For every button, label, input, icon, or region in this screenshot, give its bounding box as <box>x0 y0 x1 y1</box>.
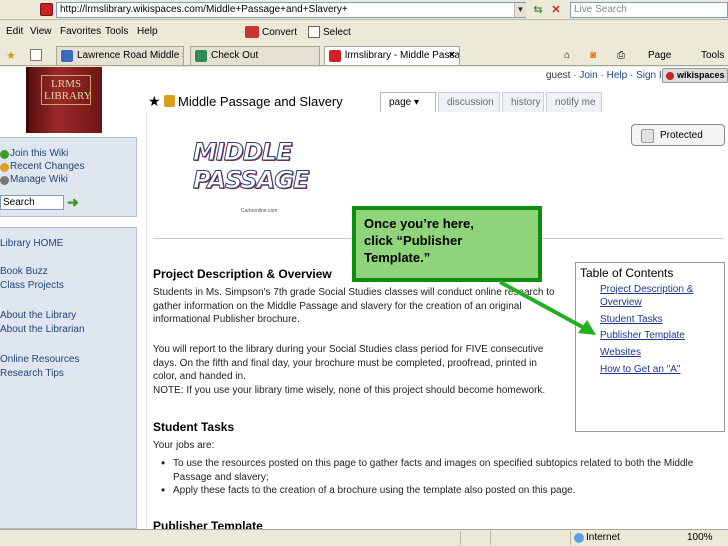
print-icon[interactable]: ⎙ <box>617 50 625 61</box>
tab-check-out[interactable]: Check Out <box>190 46 320 65</box>
main-content: MIDDLE PASSAGE Cartoonline.com Protected… <box>146 112 728 529</box>
page-menu-button[interactable]: Page <box>648 50 671 61</box>
nav-about-librarian[interactable]: About the Librarian <box>0 324 85 335</box>
project-note: NOTE: If you use your library time wisel… <box>153 385 546 396</box>
project-paragraph-1: Students in Ms. Simpson's 7th grade Soci… <box>153 287 555 325</box>
tab-label: Check Out <box>211 50 259 61</box>
search-go-icon[interactable]: ➜ <box>67 194 79 211</box>
nav-library-home[interactable]: Library HOME <box>0 238 63 249</box>
tab-label: Lawrence Road Middle School <box>77 50 183 61</box>
library-logo-text: LRMS LIBRARY <box>41 75 92 105</box>
go-icon[interactable]: ⇆ <box>530 2 546 18</box>
wikispaces-logo[interactable]: wikispaces <box>662 68 728 83</box>
address-bar: http://lrmslibrary.wikispaces.com/Middle… <box>0 0 728 20</box>
sidebar-search-input[interactable]: Search <box>0 195 64 210</box>
pdf-convert-icon[interactable] <box>245 26 259 38</box>
guest-label: guest <box>546 70 571 81</box>
convert-button[interactable]: Convert <box>262 27 297 38</box>
menu-edit[interactable]: Edit <box>6 26 23 37</box>
protected-badge[interactable]: Protected <box>631 124 725 146</box>
nav-book-buzz[interactable]: Book Buzz <box>0 266 48 277</box>
tab-page[interactable]: page ▾ <box>380 92 436 113</box>
menu-bar: Edit View Favorites Tools Help Convert S… <box>0 22 728 42</box>
toc-link-overview[interactable]: Overview <box>600 297 642 309</box>
student-tasks-list: To use the resources posted on this page… <box>161 457 721 498</box>
tab-history[interactable]: history <box>502 92 544 113</box>
logo-credit: Cartoonline.com <box>241 208 278 214</box>
tab-lrmslibrary[interactable]: lrmslibrary - Middle Passa... × <box>324 46 460 65</box>
logo-line-1: MIDDLE <box>193 138 293 167</box>
help-link[interactable]: Help <box>607 70 628 81</box>
url-input[interactable]: http://lrmslibrary.wikispaces.com/Middle… <box>56 2 526 18</box>
status-separator <box>460 531 461 545</box>
toc-link-project-description[interactable]: Project Description & <box>600 284 693 296</box>
tab-label: lrmslibrary - Middle Passa... <box>345 50 460 61</box>
home-icon[interactable]: ⌂ <box>564 50 570 61</box>
quick-tabs-icon[interactable] <box>30 49 42 61</box>
middle-passage-logo: MIDDLE PASSAGE Cartoonline.com <box>193 138 310 215</box>
join-icon <box>0 150 9 159</box>
status-separator <box>490 531 491 545</box>
manage-icon <box>0 176 9 185</box>
select-button[interactable]: Select <box>323 27 351 38</box>
status-separator <box>570 531 571 545</box>
tab-lawrence-road[interactable]: Lawrence Road Middle School <box>56 46 184 65</box>
tools-menu-button[interactable]: Tools <box>701 50 724 61</box>
favorite-star-icon[interactable]: ★ <box>148 93 161 110</box>
tab-favicon-icon <box>195 50 207 62</box>
tab-favicon-icon <box>61 50 73 62</box>
toc-link-how-to-get-a[interactable]: How to Get an "A" <box>600 364 680 376</box>
nav-online-resources[interactable]: Online Resources <box>0 354 79 365</box>
feeds-icon[interactable]: ◙ <box>590 50 596 61</box>
menu-help[interactable]: Help <box>137 26 158 37</box>
instruction-callout: Once you’re here, click “Publisher Templ… <box>352 206 542 282</box>
section-publisher-template: Publisher Template <box>153 519 263 529</box>
toc-link-student-tasks[interactable]: Student Tasks <box>600 314 663 326</box>
zoom-level[interactable]: 100% <box>687 532 713 543</box>
tab-page-label: page <box>389 97 412 108</box>
join-link[interactable]: Join <box>579 70 597 81</box>
nav-about-library[interactable]: About the Library <box>0 310 76 321</box>
security-zone: Internet <box>574 532 620 543</box>
table-of-contents: Table of Contents Project Description & … <box>575 262 725 432</box>
menu-tools[interactable]: Tools <box>105 26 128 37</box>
toc-link-publisher-template[interactable]: Publisher Template <box>600 330 685 342</box>
sidebar-join-wiki[interactable]: Join this Wiki <box>10 148 68 159</box>
sidebar-manage-wiki[interactable]: Manage Wiki <box>10 174 68 185</box>
select-icon[interactable] <box>308 26 320 38</box>
url-dropdown-icon[interactable]: ▼ <box>514 3 526 17</box>
favorites-star-icon[interactable]: ★ <box>6 49 16 62</box>
menu-favorites[interactable]: Favorites <box>60 26 101 37</box>
tab-bar: ★ Lawrence Road Middle School Check Out … <box>0 44 728 66</box>
status-bar: Internet 100% <box>0 529 728 546</box>
page-viewport: LRMS LIBRARY guest · Join · Help · Sign … <box>0 67 728 529</box>
list-item: To use the resources posted on this page… <box>161 457 721 484</box>
library-logo[interactable]: LRMS LIBRARY <box>26 67 102 133</box>
student-tasks-intro: Your jobs are: <box>153 440 215 451</box>
sidebar-navigation: Library HOME Book Buzz Class Projects Ab… <box>0 227 137 529</box>
logo-line-2: PASSAGE <box>193 166 310 195</box>
recent-changes-icon <box>0 163 9 172</box>
section-project-description: Project Description & Overview <box>153 267 332 281</box>
user-links: guest · Join · Help · Sign In <box>546 70 668 81</box>
close-tab-icon[interactable]: × <box>449 49 455 61</box>
page-title: Middle Passage and Slavery <box>178 94 343 109</box>
page-favicon-icon <box>40 3 53 16</box>
tab-discussion[interactable]: discussion <box>438 92 500 113</box>
tab-notify-me[interactable]: notify me <box>546 92 602 113</box>
stop-icon[interactable]: ✕ <box>548 2 564 18</box>
lock-icon <box>164 95 175 107</box>
tab-favicon-icon <box>329 50 341 62</box>
project-paragraph-2: You will report to the library during yo… <box>153 344 544 382</box>
section-student-tasks: Student Tasks <box>153 420 235 434</box>
menu-view[interactable]: View <box>30 26 52 37</box>
sidebar-actions: Join this Wiki Recent Changes Manage Wik… <box>0 137 137 217</box>
list-item: Apply these facts to the creation of a b… <box>161 484 721 498</box>
toc-title: Table of Contents <box>580 266 674 280</box>
sidebar-recent-changes[interactable]: Recent Changes <box>10 161 85 172</box>
live-search-input[interactable]: Live Search <box>570 2 728 18</box>
nav-class-projects[interactable]: Class Projects <box>0 280 64 291</box>
nav-research-tips[interactable]: Research Tips <box>0 368 64 379</box>
toc-link-websites[interactable]: Websites <box>600 347 641 359</box>
